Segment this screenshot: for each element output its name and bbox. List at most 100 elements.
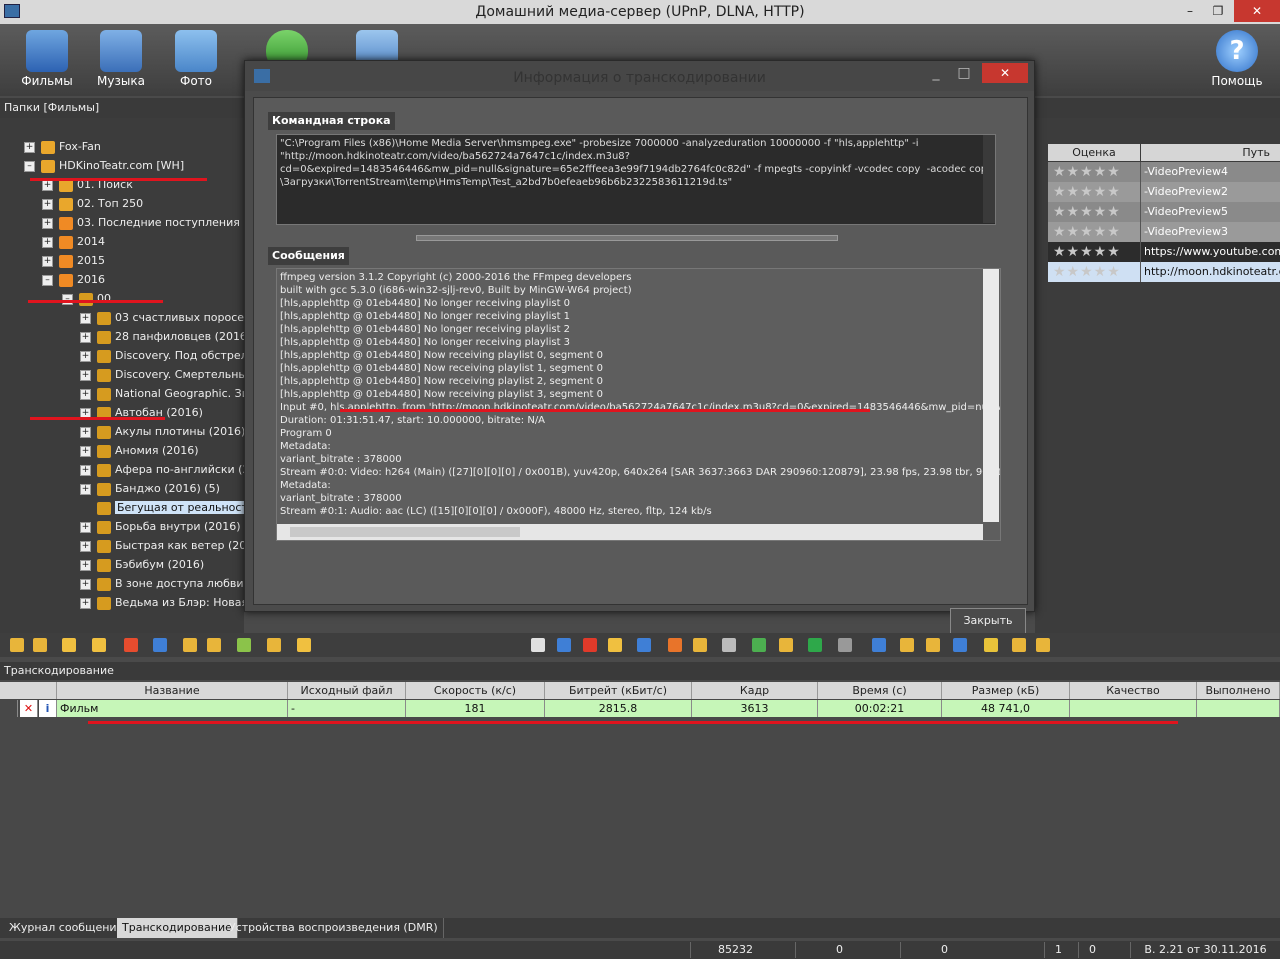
tree-node[interactable]: +2015 [42, 251, 105, 270]
info-icon[interactable]: i [39, 700, 57, 717]
grid-row[interactable]: ★★★★★ -VideoPreview2 [1048, 182, 1280, 202]
messages-scrollbar-thumb[interactable] [290, 527, 520, 537]
toolbar-small-icon[interactable] [183, 638, 197, 652]
close-window-button[interactable]: ✕ [1234, 0, 1280, 22]
tree-node[interactable]: – 2016 [42, 270, 105, 289]
column-header-quality[interactable]: Качество [1070, 682, 1197, 699]
toolbar-small-icon[interactable] [62, 638, 76, 652]
toolbar-small-icon[interactable] [838, 638, 852, 652]
tree-node[interactable]: –00 [62, 289, 111, 308]
tree-node[interactable]: + National Geographic. Зимн [80, 384, 244, 403]
splitter-handle[interactable] [416, 235, 838, 241]
toolbar-small-icon[interactable] [531, 638, 545, 652]
tab-dmr-devices[interactable]: Устройства воспроизведения (DMR) [224, 918, 444, 938]
tree-expander-icon[interactable]: + [80, 559, 91, 571]
tree-expander-icon[interactable]: – [42, 274, 53, 286]
tree-expander-icon[interactable]: + [80, 540, 91, 552]
column-header-status[interactable] [0, 682, 57, 699]
tree-expander-icon[interactable]: + [80, 483, 91, 495]
row-name[interactable]: Фильм [57, 700, 288, 717]
grid-row[interactable]: ★★★★★http://moon.hdkinoteatr.com [1048, 262, 1280, 282]
toolbar-small-icon[interactable] [1012, 638, 1026, 652]
tree-expander-icon[interactable]: + [42, 198, 53, 210]
close-dialog-button[interactable]: Закрыть [950, 608, 1026, 634]
tree-node[interactable]: + Банджо (2016) (5) [80, 479, 220, 498]
tree-expander-icon[interactable]: + [80, 445, 91, 457]
photo-button[interactable]: Фото [161, 26, 231, 94]
column-header-speed[interactable]: Скорость (к/с) [406, 682, 545, 699]
column-header-bitrate[interactable]: Битрейт (кБит/с) [545, 682, 692, 699]
minimize-button[interactable]: – [1176, 0, 1204, 22]
tab-transcoding[interactable]: Транскодирование [117, 918, 238, 938]
tree-node[interactable]: +2014 [42, 232, 105, 251]
toolbar-small-icon[interactable] [668, 638, 682, 652]
tab-log[interactable]: Журнал сообщений [4, 918, 130, 938]
toolbar-small-icon[interactable] [92, 638, 106, 652]
toolbar-small-icon[interactable] [33, 638, 47, 652]
tree-node[interactable]: + Discovery. Смертельный [80, 365, 244, 384]
cancel-transcode-icon[interactable]: ✕ [20, 700, 38, 717]
tree-node[interactable]: +Ведьма из Блэр: Новая глава (2016)★★★★★ [80, 593, 244, 612]
music-button[interactable]: Музыка [86, 26, 156, 94]
tree-expander-icon[interactable]: + [42, 236, 53, 248]
tree-node[interactable]: + Fox-Fan [24, 137, 101, 156]
toolbar-small-icon[interactable] [10, 638, 24, 652]
tree-expander-icon[interactable]: + [80, 312, 91, 324]
tree-node[interactable]: + Аномия (2016) [80, 441, 199, 460]
grid-row[interactable]: ★★★★★https://www.youtube.com/e [1048, 242, 1280, 262]
media-grid[interactable]: Оценка Путь ★★★★★ -VideoPreview4 ★★★★★ -Vid… [1035, 118, 1280, 633]
tree-expander-icon[interactable]: + [80, 388, 91, 400]
toolbar-small-icon[interactable] [237, 638, 251, 652]
tree-expander-icon[interactable]: + [80, 464, 91, 476]
toolbar-small-icon[interactable] [557, 638, 571, 652]
messages-log[interactable]: ffmpeg version 3.1.2 Copyright (c) 2000-… [276, 268, 1001, 541]
toolbar-small-icon[interactable] [779, 638, 793, 652]
toolbar-small-icon[interactable] [752, 638, 766, 652]
toolbar-small-icon[interactable] [267, 638, 281, 652]
toolbar-small-icon[interactable] [637, 638, 651, 652]
rating-stars[interactable]: ★★★★★ [1053, 182, 1141, 202]
tree-node[interactable]: +03 счастливых поросенка [80, 308, 244, 327]
messages-scrollbar-v[interactable] [983, 269, 999, 522]
tree-node[interactable]: + Быстрая как ветер (2016 [80, 536, 244, 555]
tree-node[interactable]: + Бэбибум (2016) [80, 555, 204, 574]
tree-node[interactable]: – HDKinoTeatr.com [WH] [24, 156, 184, 175]
tree-expander-icon[interactable]: + [80, 369, 91, 381]
rating-stars[interactable]: ★★★★★ [1053, 242, 1141, 262]
tree-node[interactable]: Бегущая от реальности [80, 498, 244, 517]
tree-expander-icon[interactable]: + [80, 350, 91, 362]
dialog-minimize-button[interactable]: _ [926, 63, 946, 83]
toolbar-small-icon[interactable] [153, 638, 167, 652]
rating-stars[interactable]: ★★★★★ [1053, 162, 1141, 182]
column-header-size[interactable]: Размер (кБ) [942, 682, 1070, 699]
folder-tree[interactable]: + Fox-Fan – HDKinoTeatr.com [WH] +01. Поиск +… [0, 118, 244, 633]
toolbar-small-icon[interactable] [722, 638, 736, 652]
tree-expander-icon[interactable]: + [42, 217, 53, 229]
tree-expander-icon[interactable]: + [42, 255, 53, 267]
restore-button[interactable]: ❐ [1204, 0, 1232, 22]
tree-node[interactable]: + Акулы плотины (2016) [80, 422, 244, 441]
dialog-close-button[interactable]: ✕ [982, 63, 1028, 83]
grid-row[interactable]: ★★★★★ -VideoPreview5 [1048, 202, 1280, 222]
toolbar-small-icon[interactable] [297, 638, 311, 652]
tree-expander-icon[interactable]: + [80, 426, 91, 438]
tree-node[interactable]: + Борьба внутри (2016) [80, 517, 241, 536]
tree-expander-icon[interactable]: + [42, 179, 53, 191]
tree-expander-icon[interactable]: + [80, 597, 91, 609]
tree-node[interactable]: +02. Топ 250 [42, 194, 143, 213]
column-header-rating[interactable]: Оценка [1048, 144, 1140, 161]
toolbar-small-icon[interactable] [984, 638, 998, 652]
films-button[interactable]: Фильмы [12, 26, 82, 94]
command-line-text[interactable]: "C:\Program Files (x86)\Home Media Serve… [276, 134, 996, 225]
toolbar-small-icon[interactable] [872, 638, 886, 652]
grid-row[interactable]: ★★★★★ -VideoPreview4 [1048, 162, 1280, 182]
toolbar-small-icon[interactable] [953, 638, 967, 652]
toolbar-small-icon[interactable] [583, 638, 597, 652]
tree-node[interactable]: +03. Последние поступления [42, 213, 240, 232]
tree-expander-icon[interactable]: + [80, 578, 91, 590]
tree-node[interactable]: + Discovery. Под обстрелом [80, 346, 244, 365]
tree-expander-icon[interactable]: + [80, 521, 91, 533]
command-scrollbar[interactable] [983, 135, 995, 223]
toolbar-small-icon[interactable] [693, 638, 707, 652]
rating-stars[interactable]: ★★★★★ [1053, 222, 1141, 242]
